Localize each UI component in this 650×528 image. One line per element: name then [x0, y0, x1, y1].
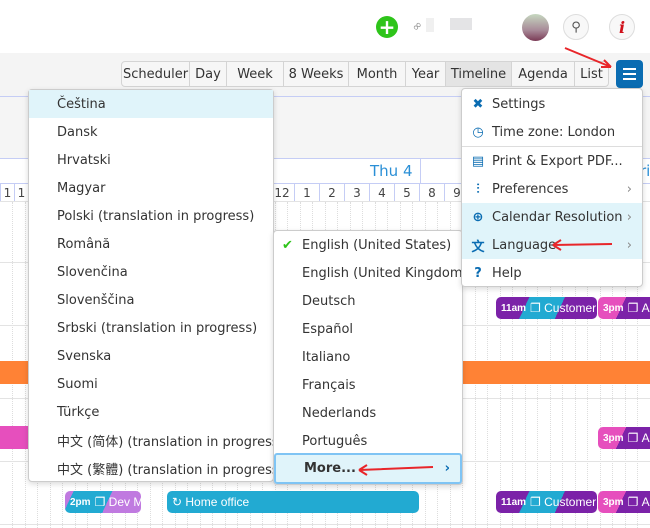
red-arrow — [564, 47, 612, 68]
red-arrow — [358, 464, 434, 476]
red-arrow — [552, 239, 613, 251]
annotation-arrows — [358, 47, 613, 476]
